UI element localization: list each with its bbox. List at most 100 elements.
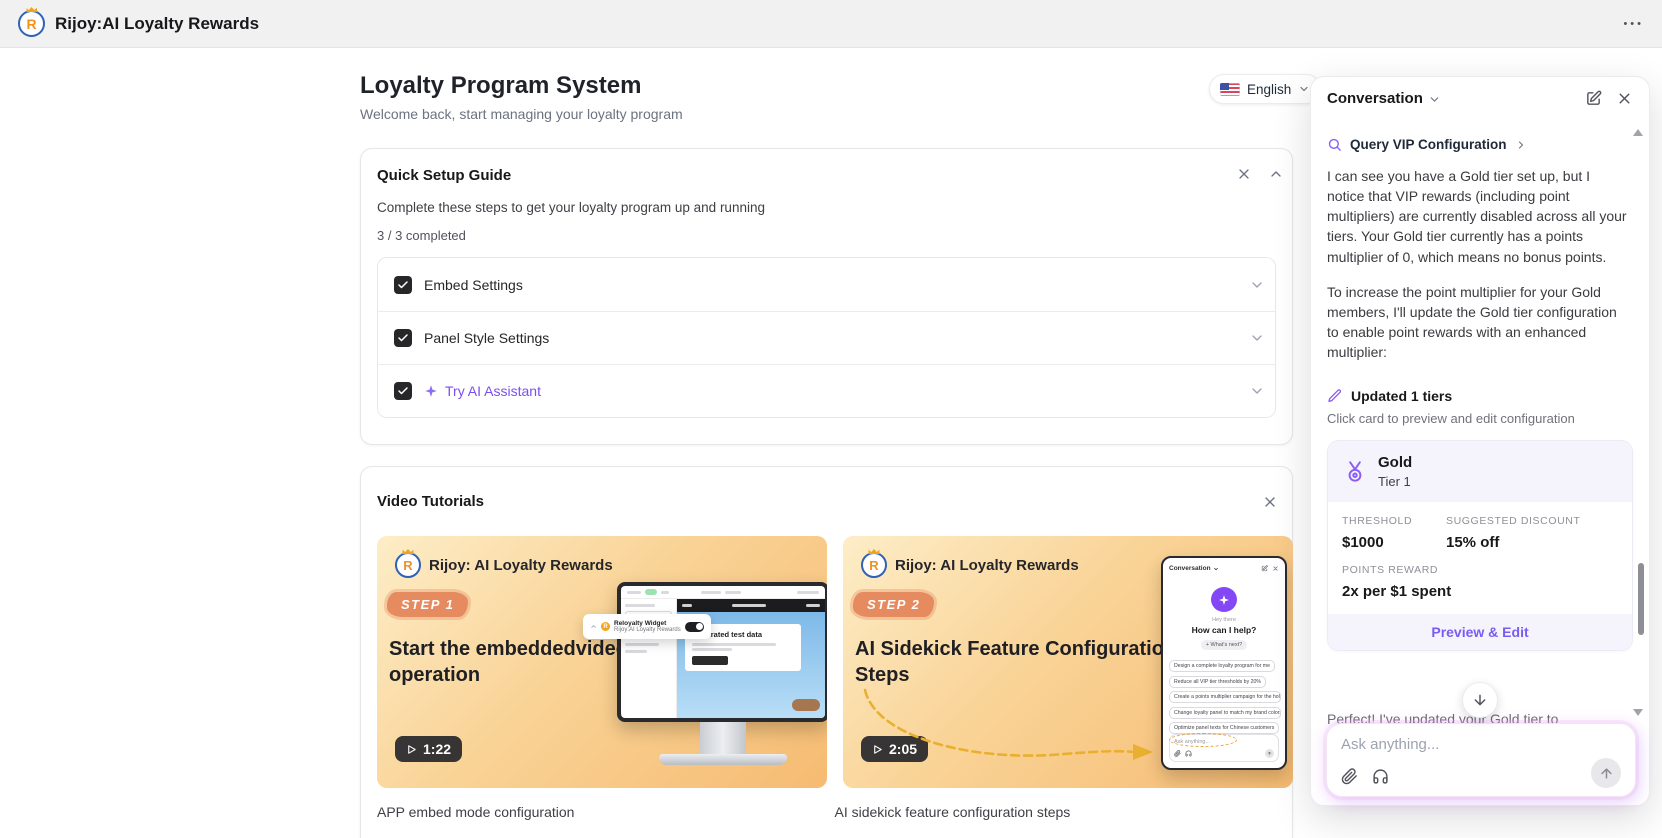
widget-toggle-card: R Reloyalty Widget Rijoy:AI Loyalty Rewa… xyxy=(583,614,711,639)
app-title: Rijoy:AI Loyalty Rewards xyxy=(55,13,260,33)
quick-setup-description: Complete these steps to get your loyalty… xyxy=(377,200,765,215)
step-row-try-ai-assistant[interactable]: Try AI Assistant xyxy=(378,364,1275,417)
chevron-down-icon xyxy=(1213,567,1218,570)
video-caption: AI sidekick feature configuration steps xyxy=(834,804,1071,820)
chevron-down-icon xyxy=(1300,86,1308,92)
close-icon[interactable] xyxy=(1262,494,1278,510)
suggestion-pill: Optimize panel texts for Chinese custome… xyxy=(1169,722,1280,734)
play-icon xyxy=(874,744,882,754)
conversation-title: Conversation xyxy=(1327,89,1423,107)
top-bar: R Rijoy:AI Loyalty Rewards ••• xyxy=(0,0,1662,48)
video-duration-badge: 1:22 xyxy=(395,736,463,762)
medal-icon xyxy=(1348,461,1362,482)
search-icon xyxy=(1328,138,1341,151)
step-label: Embed Settings xyxy=(424,276,523,293)
brand-logo-icon: R xyxy=(395,552,421,578)
video-headline: Start the embeddedvideo operation xyxy=(389,638,628,686)
video-brand: R Rijoy: AI Loyalty Rewards xyxy=(395,552,613,578)
paperclip-icon[interactable] xyxy=(1341,767,1358,785)
language-selector[interactable]: English xyxy=(1209,74,1322,104)
discount-value: 15% off xyxy=(1446,534,1500,552)
send-icon xyxy=(1265,749,1274,758)
app-logo-icon: R xyxy=(18,10,45,37)
page-title: Loyalty Program System xyxy=(360,72,642,99)
message-composer xyxy=(1326,723,1636,797)
language-label: English xyxy=(1247,81,1292,97)
video-tutorials-card: Video Tutorials R Rijoy: AI Loyalty Rewa… xyxy=(360,466,1293,838)
conversation-panel-mockup: Conversation Hey there How can I help? +… xyxy=(1161,556,1287,770)
pencil-icon xyxy=(1328,389,1342,403)
us-flag-icon xyxy=(1220,82,1240,96)
page-subtitle: Welcome back, start managing your loyalt… xyxy=(360,106,683,122)
step-badge: STEP 1 xyxy=(387,592,469,617)
quick-setup-progress: 3 / 3 completed xyxy=(377,228,466,243)
update-summary: Updated 1 tiers xyxy=(1327,388,1633,404)
arrow-down-icon xyxy=(1474,694,1486,706)
quick-setup-title: Quick Setup Guide xyxy=(377,167,512,184)
step-row-panel-style[interactable]: Panel Style Settings xyxy=(378,311,1275,364)
chevron-down-icon[interactable] xyxy=(1428,93,1441,106)
video-thumbnail-step2[interactable]: R Rijoy: AI Loyalty Rewards STEP 2 AI Si… xyxy=(843,536,1293,788)
conversation-panel: Conversation Query VIP Configuration I c… xyxy=(1310,76,1650,806)
update-hint: Click card to preview and edit configura… xyxy=(1327,411,1575,427)
video-tutorials-title: Video Tutorials xyxy=(377,493,484,510)
more-menu-icon[interactable]: ••• xyxy=(1623,18,1644,30)
points-value: 2x per $1 spent xyxy=(1342,583,1452,601)
step-badge: STEP 2 xyxy=(853,592,935,617)
preview-edit-button[interactable]: Preview & Edit xyxy=(1328,614,1632,651)
tier-name: Gold xyxy=(1378,454,1413,472)
step-row-embed-settings[interactable]: Embed Settings xyxy=(378,258,1275,311)
checkbox-checked-icon[interactable] xyxy=(394,329,412,347)
compose-icon[interactable] xyxy=(1585,90,1602,107)
sparkle-icon xyxy=(424,384,438,398)
toggle-on-icon xyxy=(685,621,704,632)
assistant-message: I can see you have a Gold tier set up, b… xyxy=(1327,168,1627,265)
scroll-to-bottom-button[interactable] xyxy=(1462,682,1498,718)
close-icon[interactable] xyxy=(1236,166,1252,182)
chevron-down-icon[interactable] xyxy=(1249,277,1265,293)
suggestion-pill: Reduce all VIP tier thresholds by 20% xyxy=(1169,675,1266,688)
compose-icon xyxy=(1261,565,1268,572)
points-label: POINTS REWARD xyxy=(1342,564,1439,577)
checkbox-checked-icon[interactable] xyxy=(394,382,412,400)
arrow-up-icon xyxy=(1600,767,1612,779)
threshold-label: THRESHOLD xyxy=(1342,515,1413,528)
quick-setup-card: Quick Setup Guide Complete these steps t… xyxy=(360,148,1293,445)
conversation-header: Conversation xyxy=(1311,77,1649,119)
send-button[interactable] xyxy=(1591,758,1621,788)
tier-level: Tier 1 xyxy=(1378,474,1411,490)
video-brand: R Rijoy: AI Loyalty Rewards xyxy=(861,552,1079,578)
checkbox-checked-icon[interactable] xyxy=(394,275,412,294)
tier-card-gold[interactable]: Gold Tier 1 THRESHOLD $1000 SUGGESTED DI… xyxy=(1327,440,1633,652)
assistant-avatar xyxy=(1211,587,1237,612)
play-icon xyxy=(408,744,416,754)
chevron-up-icon[interactable] xyxy=(1268,166,1284,182)
threshold-value: $1000 xyxy=(1342,534,1384,552)
headphones-icon xyxy=(1185,750,1192,757)
video-duration-badge: 2:05 xyxy=(861,736,929,762)
chevron-down-icon[interactable] xyxy=(1249,383,1265,399)
brand-logo-icon: R xyxy=(601,622,610,631)
suggestion-pill: Design a complete loyalty program for me xyxy=(1169,660,1276,672)
query-vip-configuration[interactable]: Query VIP Configuration xyxy=(1327,137,1633,152)
conversation-input[interactable] xyxy=(1341,736,1621,753)
brand-logo-icon: R xyxy=(861,552,887,578)
scrollbar-thumb[interactable] xyxy=(1638,563,1644,635)
suggestion-pill: Change loyalty panel to match my brand c… xyxy=(1169,706,1281,719)
scrollbar-down-arrow[interactable] xyxy=(1633,709,1643,716)
chevron-right-icon xyxy=(1515,139,1527,151)
assistant-message: To increase the point multiplier for you… xyxy=(1327,283,1617,361)
close-icon xyxy=(1273,566,1278,571)
discount-label: SUGGESTED DISCOUNT xyxy=(1446,515,1581,528)
step-label: Try AI Assistant xyxy=(445,383,541,399)
headphones-icon[interactable] xyxy=(1372,768,1389,785)
chevron-up-icon xyxy=(590,623,597,630)
video-thumbnail-step1[interactable]: R Rijoy: AI Loyalty Rewards STEP 1 Start… xyxy=(377,536,827,788)
conversation-messages: Query VIP Configuration I can see you ha… xyxy=(1311,119,1649,652)
chevron-down-icon[interactable] xyxy=(1249,330,1265,346)
setup-steps-list: Embed Settings Panel Style Settings Try … xyxy=(377,257,1276,418)
step-label: Panel Style Settings xyxy=(424,330,550,346)
scrollbar-up-arrow[interactable] xyxy=(1633,129,1643,136)
close-icon[interactable] xyxy=(1616,90,1633,107)
suggestion-pill: Create a points multiplier campaign for … xyxy=(1169,691,1281,703)
